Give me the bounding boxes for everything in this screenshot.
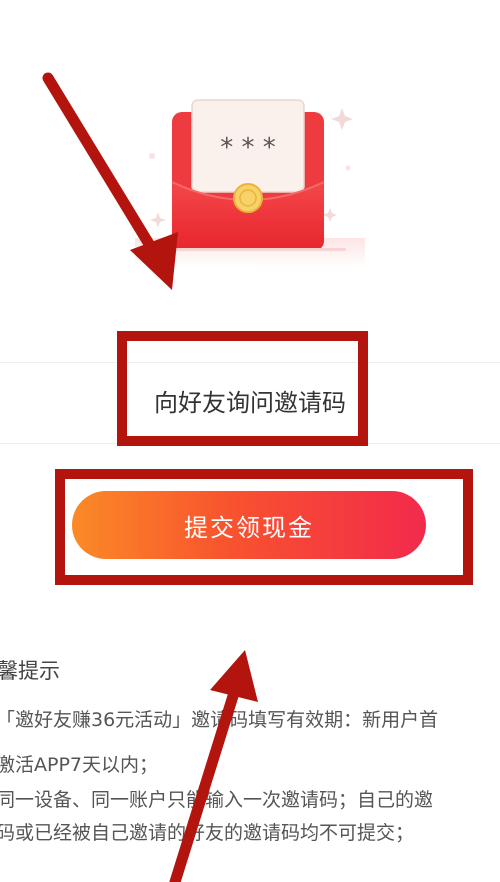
submit-claim-cash-button[interactable]: 提交领现金 bbox=[72, 491, 426, 559]
tip-line: 同一设备、同一账户只能输入一次邀请码；自己的邀 bbox=[0, 789, 434, 811]
arrow-up-icon bbox=[169, 650, 258, 882]
tip-line: 码或已经被自己邀请的好友的邀请码均不可提交； bbox=[0, 822, 415, 844]
card-text: * * * bbox=[220, 133, 276, 163]
tip-line: 激活APP7天以内； bbox=[0, 754, 159, 776]
invite-code-row bbox=[0, 362, 500, 444]
red-envelope-icon: * * * bbox=[135, 99, 365, 268]
tip-line: 「邀好友赚36元活动」邀请码填写有效期：新用户首 bbox=[0, 709, 439, 731]
invite-code-page: * * * 提交领现金 馨提示 「邀好友赚36元活动」邀请码填写有效期：新用户首… bbox=[0, 0, 500, 882]
invite-code-input[interactable] bbox=[0, 363, 500, 443]
tips-title: 馨提示 bbox=[0, 659, 60, 683]
red-envelope-illustration: * * * bbox=[130, 90, 370, 270]
